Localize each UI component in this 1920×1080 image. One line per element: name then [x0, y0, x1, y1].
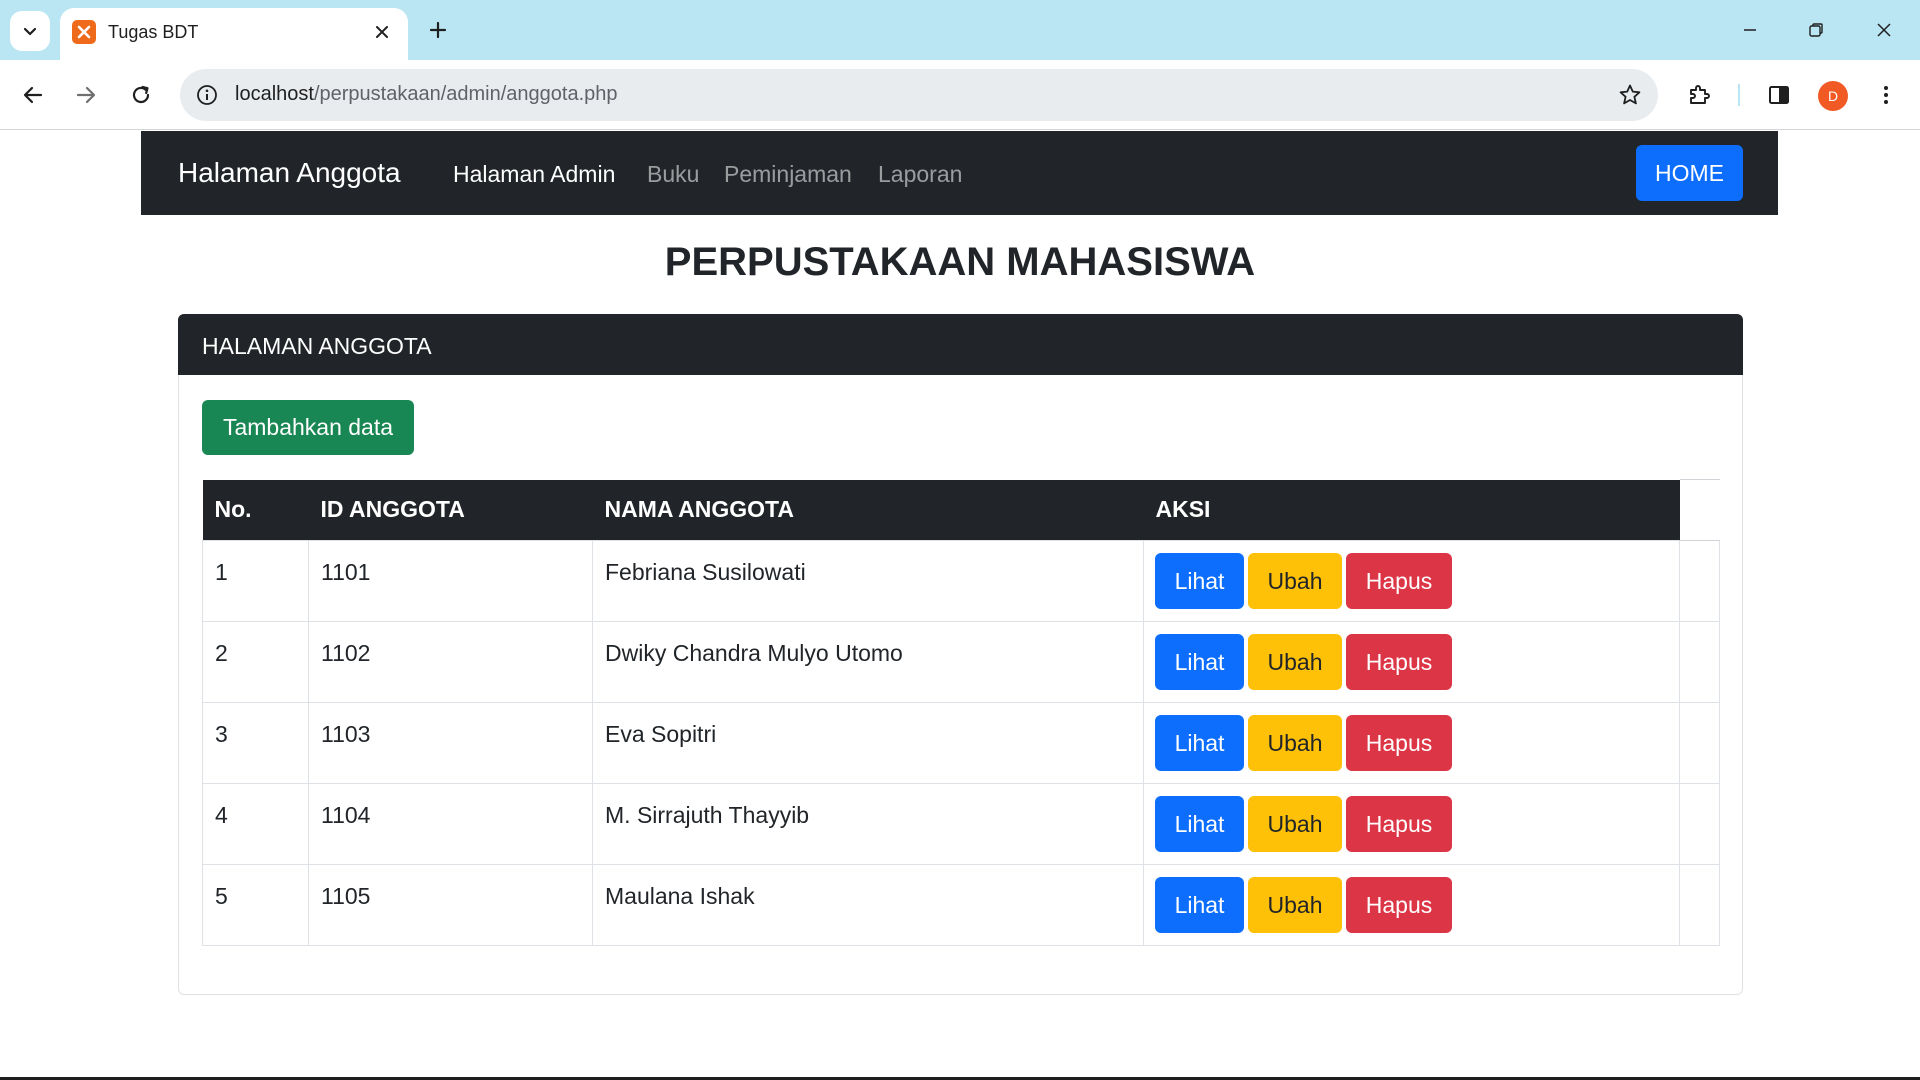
cell-actions: Lihat Ubah Hapus — [1143, 621, 1680, 703]
view-button[interactable]: Lihat — [1155, 715, 1244, 771]
profile-avatar[interactable]: D — [1818, 81, 1848, 111]
header-blank — [1679, 479, 1720, 541]
cell-blank — [1679, 621, 1720, 703]
card-header: HALAMAN ANGGOTA — [178, 314, 1743, 375]
cell-id: 1105 — [308, 864, 593, 946]
header-nama-anggota: NAMA ANGGOTA — [592, 479, 1144, 541]
delete-button[interactable]: Hapus — [1346, 553, 1452, 609]
view-button[interactable]: Lihat — [1155, 796, 1244, 852]
cell-no: 4 — [202, 783, 309, 865]
cell-blank — [1679, 702, 1720, 784]
minimize-icon[interactable] — [1728, 12, 1772, 48]
nav-link-peminjaman[interactable]: Peminjaman — [724, 161, 852, 188]
delete-button[interactable]: Hapus — [1346, 796, 1452, 852]
table-row: 3 1103 Eva Sopitri Lihat Ubah Hapus — [202, 702, 1720, 784]
cell-nama: Febriana Susilowati — [592, 540, 1144, 622]
window-close-icon[interactable] — [1862, 12, 1906, 48]
tab-search-button[interactable] — [10, 11, 50, 51]
view-button[interactable]: Lihat — [1155, 877, 1244, 933]
cell-actions: Lihat Ubah Hapus — [1143, 864, 1680, 946]
toolbar-separator — [1738, 84, 1740, 106]
forward-icon[interactable] — [64, 73, 108, 117]
cell-nama: Eva Sopitri — [592, 702, 1144, 784]
table-row: 5 1105 Maulana Ishak Lihat Ubah Hapus — [202, 864, 1720, 946]
delete-button[interactable]: Hapus — [1346, 715, 1452, 771]
header-no: No. — [202, 479, 309, 541]
add-data-button[interactable]: Tambahkan data — [202, 400, 414, 455]
page-title: PERPUSTAKAAN MAHASISWA — [664, 240, 1256, 284]
browser-toolbar: localhost/perpustakaan/admin/anggota.php… — [0, 60, 1920, 130]
cell-blank — [1679, 783, 1720, 865]
browser-tab-bar: Tugas BDT — [0, 0, 1920, 60]
home-button[interactable]: HOME — [1636, 145, 1743, 201]
members-table: No. ID ANGGOTA NAMA ANGGOTA AKSI 1 1101 … — [202, 479, 1720, 946]
cell-id: 1101 — [308, 540, 593, 622]
address-bar[interactable]: localhost/perpustakaan/admin/anggota.php — [180, 69, 1658, 121]
cell-actions: Lihat Ubah Hapus — [1143, 540, 1680, 622]
restore-icon[interactable] — [1794, 12, 1838, 48]
back-icon[interactable] — [11, 73, 55, 117]
edit-button[interactable]: Ubah — [1248, 796, 1342, 852]
cell-nama: Maulana Ishak — [592, 864, 1144, 946]
reload-icon[interactable] — [119, 73, 163, 117]
cell-id: 1104 — [308, 783, 593, 865]
cell-id: 1102 — [308, 621, 593, 703]
xampp-favicon-icon — [72, 20, 96, 44]
bookmark-star-icon[interactable] — [1614, 79, 1646, 111]
cell-no: 5 — [202, 864, 309, 946]
nav-link-laporan[interactable]: Laporan — [878, 161, 962, 188]
nav-link-buku[interactable]: Buku — [647, 161, 699, 188]
cell-nama: M. Sirrajuth Thayyib — [592, 783, 1144, 865]
tab-title: Tugas BDT — [108, 22, 199, 42]
extensions-puzzle-icon[interactable] — [1677, 73, 1721, 117]
header-aksi: AKSI — [1143, 479, 1680, 541]
side-panel-icon[interactable] — [1757, 73, 1801, 117]
table-row: 4 1104 M. Sirrajuth Thayyib Lihat Ubah Hap… — [202, 783, 1720, 865]
table-row: 2 1102 Dwiky Chandra Mulyo Utomo Lihat Ub… — [202, 621, 1720, 703]
chevron-down-icon — [23, 27, 37, 36]
browser-tab[interactable]: Tugas BDT — [60, 8, 408, 60]
anggota-card: HALAMAN ANGGOTA Tambahkan data No. ID AN… — [178, 314, 1743, 995]
edit-button[interactable]: Ubah — [1248, 634, 1342, 690]
edit-button[interactable]: Ubah — [1248, 715, 1342, 771]
cell-no: 1 — [202, 540, 309, 622]
cell-no: 3 — [202, 702, 309, 784]
delete-button[interactable]: Hapus — [1346, 877, 1452, 933]
url-text[interactable]: localhost/perpustakaan/admin/anggota.php — [235, 83, 618, 106]
delete-button[interactable]: Hapus — [1346, 634, 1452, 690]
tab-close-icon[interactable] — [368, 18, 396, 46]
header-id-anggota: ID ANGGOTA — [308, 479, 593, 541]
table-header-row: No. ID ANGGOTA NAMA ANGGOTA AKSI — [202, 479, 1720, 541]
edit-button[interactable]: Ubah — [1248, 877, 1342, 933]
view-button[interactable]: Lihat — [1155, 553, 1244, 609]
cell-id: 1103 — [308, 702, 593, 784]
table-row: 1 1101 Febriana Susilowati Lihat Ubah Hapu… — [202, 540, 1720, 622]
cell-actions: Lihat Ubah Hapus — [1143, 702, 1680, 784]
edit-button[interactable]: Ubah — [1248, 553, 1342, 609]
nav-link-halaman-admin[interactable]: Halaman Admin — [453, 161, 615, 188]
browser-menu-icon[interactable] — [1864, 73, 1908, 117]
site-info-icon[interactable] — [194, 82, 220, 108]
new-tab-icon[interactable] — [422, 14, 454, 46]
top-navbar: Halaman Anggota Halaman Admin Buku Pemin… — [141, 131, 1778, 215]
cell-nama: Dwiky Chandra Mulyo Utomo — [592, 621, 1144, 703]
navbar-brand[interactable]: Halaman Anggota — [178, 157, 401, 189]
cell-blank — [1679, 540, 1720, 622]
cell-blank — [1679, 864, 1720, 946]
view-button[interactable]: Lihat — [1155, 634, 1244, 690]
cell-no: 2 — [202, 621, 309, 703]
cell-actions: Lihat Ubah Hapus — [1143, 783, 1680, 865]
